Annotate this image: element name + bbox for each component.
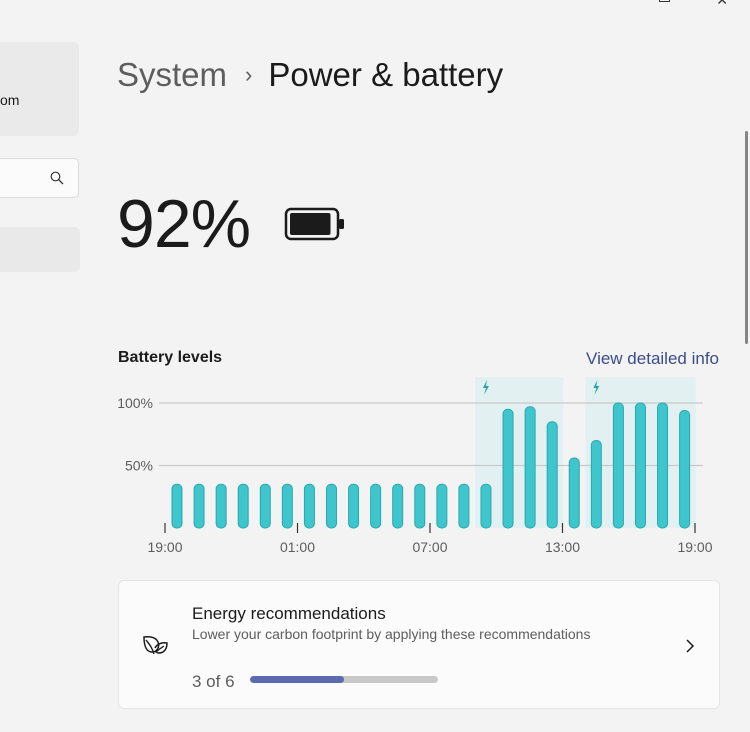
battery-bar [568, 457, 580, 529]
battery-bar [524, 406, 536, 529]
recommendations-count: 3 of 6 [192, 672, 235, 691]
x-tick-label: 19:00 [677, 539, 712, 555]
battery-bar [237, 483, 249, 529]
battery-bar [348, 483, 360, 529]
battery-bar [590, 440, 602, 529]
battery-bar [370, 483, 382, 529]
recommendations-subtitle: Lower your carbon footprint by applying … [192, 626, 591, 642]
battery-bar [215, 483, 227, 529]
battery-bar [281, 483, 293, 529]
battery-bar [612, 402, 624, 529]
battery-levels-chart: 100% 50% 19:00 01:00 07:00 13:00 19:00 [117, 377, 713, 555]
x-tick-label: 07:00 [412, 539, 447, 555]
battery-bar [436, 483, 448, 529]
battery-bar [414, 483, 426, 529]
battery-bar [325, 483, 337, 529]
chevron-right-icon[interactable] [685, 638, 695, 654]
recommendations-title: Energy recommendations [192, 604, 386, 623]
battery-bar [193, 483, 205, 529]
battery-bar [392, 483, 404, 529]
x-tick-label: 01:00 [280, 539, 315, 555]
recommendations-progress-bar [250, 676, 438, 683]
y-tick-label: 100% [117, 395, 153, 411]
battery-bar [634, 402, 646, 529]
recommendations-progress-fill [250, 676, 344, 683]
energy-recommendations-card[interactable]: Energy recommendations Lower your carbon… [118, 580, 720, 709]
x-tick-label: 13:00 [545, 539, 580, 555]
battery-bar [259, 483, 271, 529]
y-tick-label: 50% [125, 458, 153, 474]
battery-bar [171, 483, 183, 529]
battery-bar [502, 408, 514, 529]
battery-bar [657, 402, 669, 529]
battery-bar [480, 483, 492, 529]
leaf-icon [143, 635, 168, 655]
battery-bar [458, 483, 470, 529]
battery-bar [546, 421, 558, 529]
battery-bar [303, 483, 315, 529]
x-tick-label: 19:00 [147, 539, 182, 555]
battery-bar [679, 410, 691, 529]
